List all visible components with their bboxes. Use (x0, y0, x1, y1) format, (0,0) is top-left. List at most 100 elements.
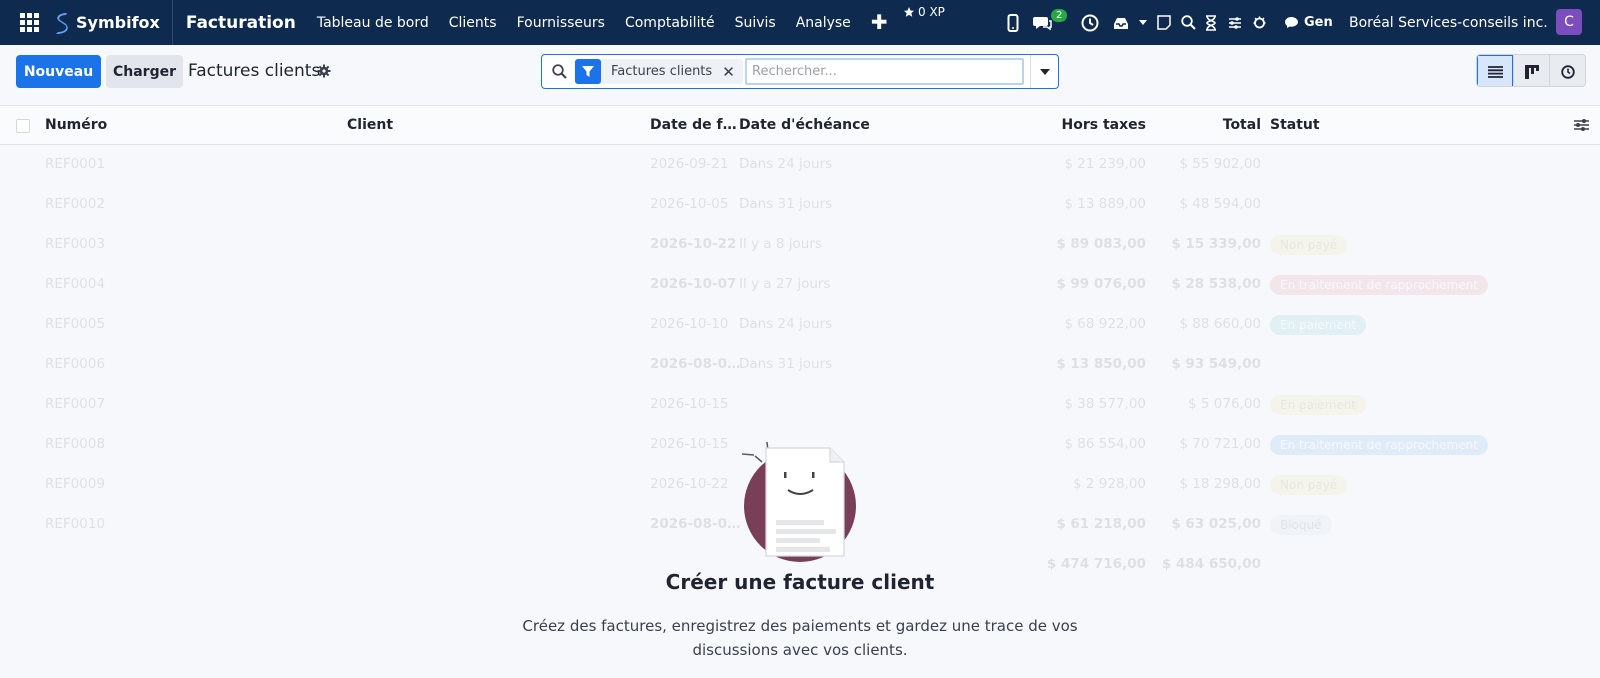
cell-total: $ 55 902,00 (1179, 156, 1261, 172)
status-badge: En traitement de rapprochement (1270, 435, 1488, 455)
menu-item-suivis[interactable]: Suivis (735, 15, 776, 31)
table-header: Numéro Client Date de f… Date d'échéance… (0, 105, 1600, 145)
cell-date: 2026-10-10 (650, 316, 729, 332)
plus-icon[interactable]: ✚ (871, 10, 888, 35)
cell-numero: REF0010 (45, 516, 106, 532)
column-hors-taxes[interactable]: Hors taxes (1046, 117, 1146, 133)
cell-numero: REF0003 (45, 236, 106, 252)
gen-assistant-button[interactable]: Gen (1284, 0, 1333, 45)
cell-date: 2026-08-0… (650, 516, 741, 532)
menu-item-analyse[interactable]: Analyse (796, 15, 851, 31)
bug-icon[interactable] (1252, 0, 1267, 45)
empty-invoice-illustration (741, 441, 856, 562)
kanban-view-button[interactable] (1513, 55, 1549, 86)
status-badge: En traitement de rapprochement (1270, 275, 1488, 295)
star-icon (904, 7, 914, 17)
status-badge: Non payé (1270, 475, 1348, 495)
menu-item-fournisseurs[interactable]: Fournisseurs (517, 15, 605, 31)
table-row: REF0004 2026-10-07 Il y a 27 jours $ 99 … (0, 265, 1600, 305)
menu-item-comptabilite[interactable]: Comptabilité (625, 15, 715, 31)
search-icon[interactable] (1181, 0, 1196, 45)
comment-icon (1285, 17, 1298, 28)
column-date-facture[interactable]: Date de f… (650, 117, 737, 133)
user-avatar[interactable]: C (1556, 9, 1582, 35)
chat-icon[interactable]: 2 (1033, 0, 1068, 45)
main-menu: Tableau de bord Clients Fournisseurs Com… (317, 15, 871, 31)
activity-view-button[interactable] (1549, 55, 1585, 86)
column-client[interactable]: Client (347, 117, 393, 133)
menu-item-clients[interactable]: Clients (449, 15, 497, 31)
cell-total: $ 63 025,00 (1171, 516, 1261, 532)
mobile-icon[interactable] (1007, 0, 1019, 45)
list-icon (1487, 65, 1503, 78)
search-input[interactable] (745, 58, 1024, 85)
apps-menu-icon[interactable] (16, 10, 42, 36)
cell-total: $ 15 339,00 (1171, 236, 1261, 252)
magnifier-icon (552, 64, 567, 79)
gear-icon[interactable] (317, 64, 331, 78)
cell-echeance: Dans 24 jours (739, 156, 833, 172)
cell-total: $ 48 594,00 (1179, 196, 1261, 212)
cell-total: $ 18 298,00 (1179, 476, 1261, 492)
list-view-button[interactable] (1477, 55, 1513, 86)
cell-numero: REF0002 (45, 196, 106, 212)
clock-icon[interactable] (1081, 0, 1099, 45)
column-numero[interactable]: Numéro (45, 117, 107, 133)
brand[interactable]: Symbifox (52, 0, 173, 45)
cell-echeance: Dans 24 jours (739, 316, 833, 332)
kanban-icon (1524, 64, 1539, 79)
cell-date: 2026-09-21 (650, 156, 729, 172)
filter-icon (575, 59, 601, 84)
page-title: Factures clients (188, 61, 321, 81)
empty-state-line-1: Créez des factures, enregistrez des paie… (522, 617, 1078, 635)
note-icon[interactable] (1157, 0, 1171, 45)
cell-numero: REF0007 (45, 396, 106, 412)
brand-name: Symbifox (76, 13, 160, 32)
column-options-icon[interactable] (1574, 118, 1589, 132)
status-badge: En paiement (1270, 395, 1367, 415)
cell-numero: REF0001 (45, 156, 106, 172)
select-all-checkbox[interactable] (16, 119, 30, 133)
symbifox-logo-icon (56, 12, 68, 34)
cell-total: $ 88 660,00 (1179, 316, 1261, 332)
company-switcher[interactable]: Boréal Services-conseils inc. (1349, 0, 1548, 45)
table-row: REF0006 2026-08-0… Dans 31 jours $ 13 85… (0, 345, 1600, 385)
cell-numero: REF0008 (45, 436, 106, 452)
search-facet: Factures clients ✕ (575, 59, 743, 84)
cell-echeance: Il y a 8 jours (739, 236, 822, 252)
column-total[interactable]: Total (1161, 117, 1261, 133)
xp-value: 0 XP (918, 5, 945, 19)
table-row: REF0007 2026-10-15 $ 38 577,00 $ 5 076,0… (0, 385, 1600, 425)
cell-numero: REF0005 (45, 316, 106, 332)
table-row: REF0003 2026-10-22 Il y a 8 jours $ 89 0… (0, 225, 1600, 265)
facet-label: Factures clients (611, 64, 713, 79)
inbox-icon[interactable] (1113, 0, 1129, 45)
load-button[interactable]: Charger (106, 55, 183, 88)
gen-label: Gen (1304, 15, 1333, 30)
cell-total: $ 28 538,00 (1171, 276, 1261, 292)
empty-state-description: Créez des factures, enregistrez des paie… (500, 614, 1100, 662)
sliders-icon[interactable] (1228, 0, 1242, 45)
column-date-echeance[interactable]: Date d'échéance (739, 117, 870, 133)
remove-facet-icon[interactable]: ✕ (722, 63, 743, 81)
cell-total: $ 70 721,00 (1179, 436, 1261, 452)
new-button[interactable]: Nouveau (16, 55, 101, 88)
cell-date: 2026-10-22 (650, 236, 737, 252)
menu-item-tableau-de-bord[interactable]: Tableau de bord (317, 15, 429, 31)
search-options-toggle[interactable] (1030, 55, 1058, 88)
cell-date: 2026-10-22 (650, 476, 729, 492)
empty-state-title: Créer une facture client (665, 570, 935, 594)
cell-date: 2026-10-15 (650, 436, 729, 452)
column-statut[interactable]: Statut (1270, 117, 1320, 133)
cell-date: 2026-10-15 (650, 396, 729, 412)
status-badge: Bloqué (1270, 515, 1332, 535)
caret-down-icon[interactable] (1139, 0, 1147, 45)
table-row: REF0005 2026-10-10 Dans 24 jours $ 68 92… (0, 305, 1600, 345)
cell-total: $ 93 549,00 (1171, 356, 1261, 372)
table-row: REF0002 2026-10-05 Dans 31 jours $ 13 88… (0, 185, 1600, 225)
status-badge: Non payé (1270, 235, 1348, 255)
cell-echeance: Dans 31 jours (739, 196, 833, 212)
hourglass-icon[interactable] (1205, 0, 1217, 45)
chat-count-badge: 2 (1051, 9, 1068, 22)
app-name[interactable]: Facturation (186, 13, 296, 33)
